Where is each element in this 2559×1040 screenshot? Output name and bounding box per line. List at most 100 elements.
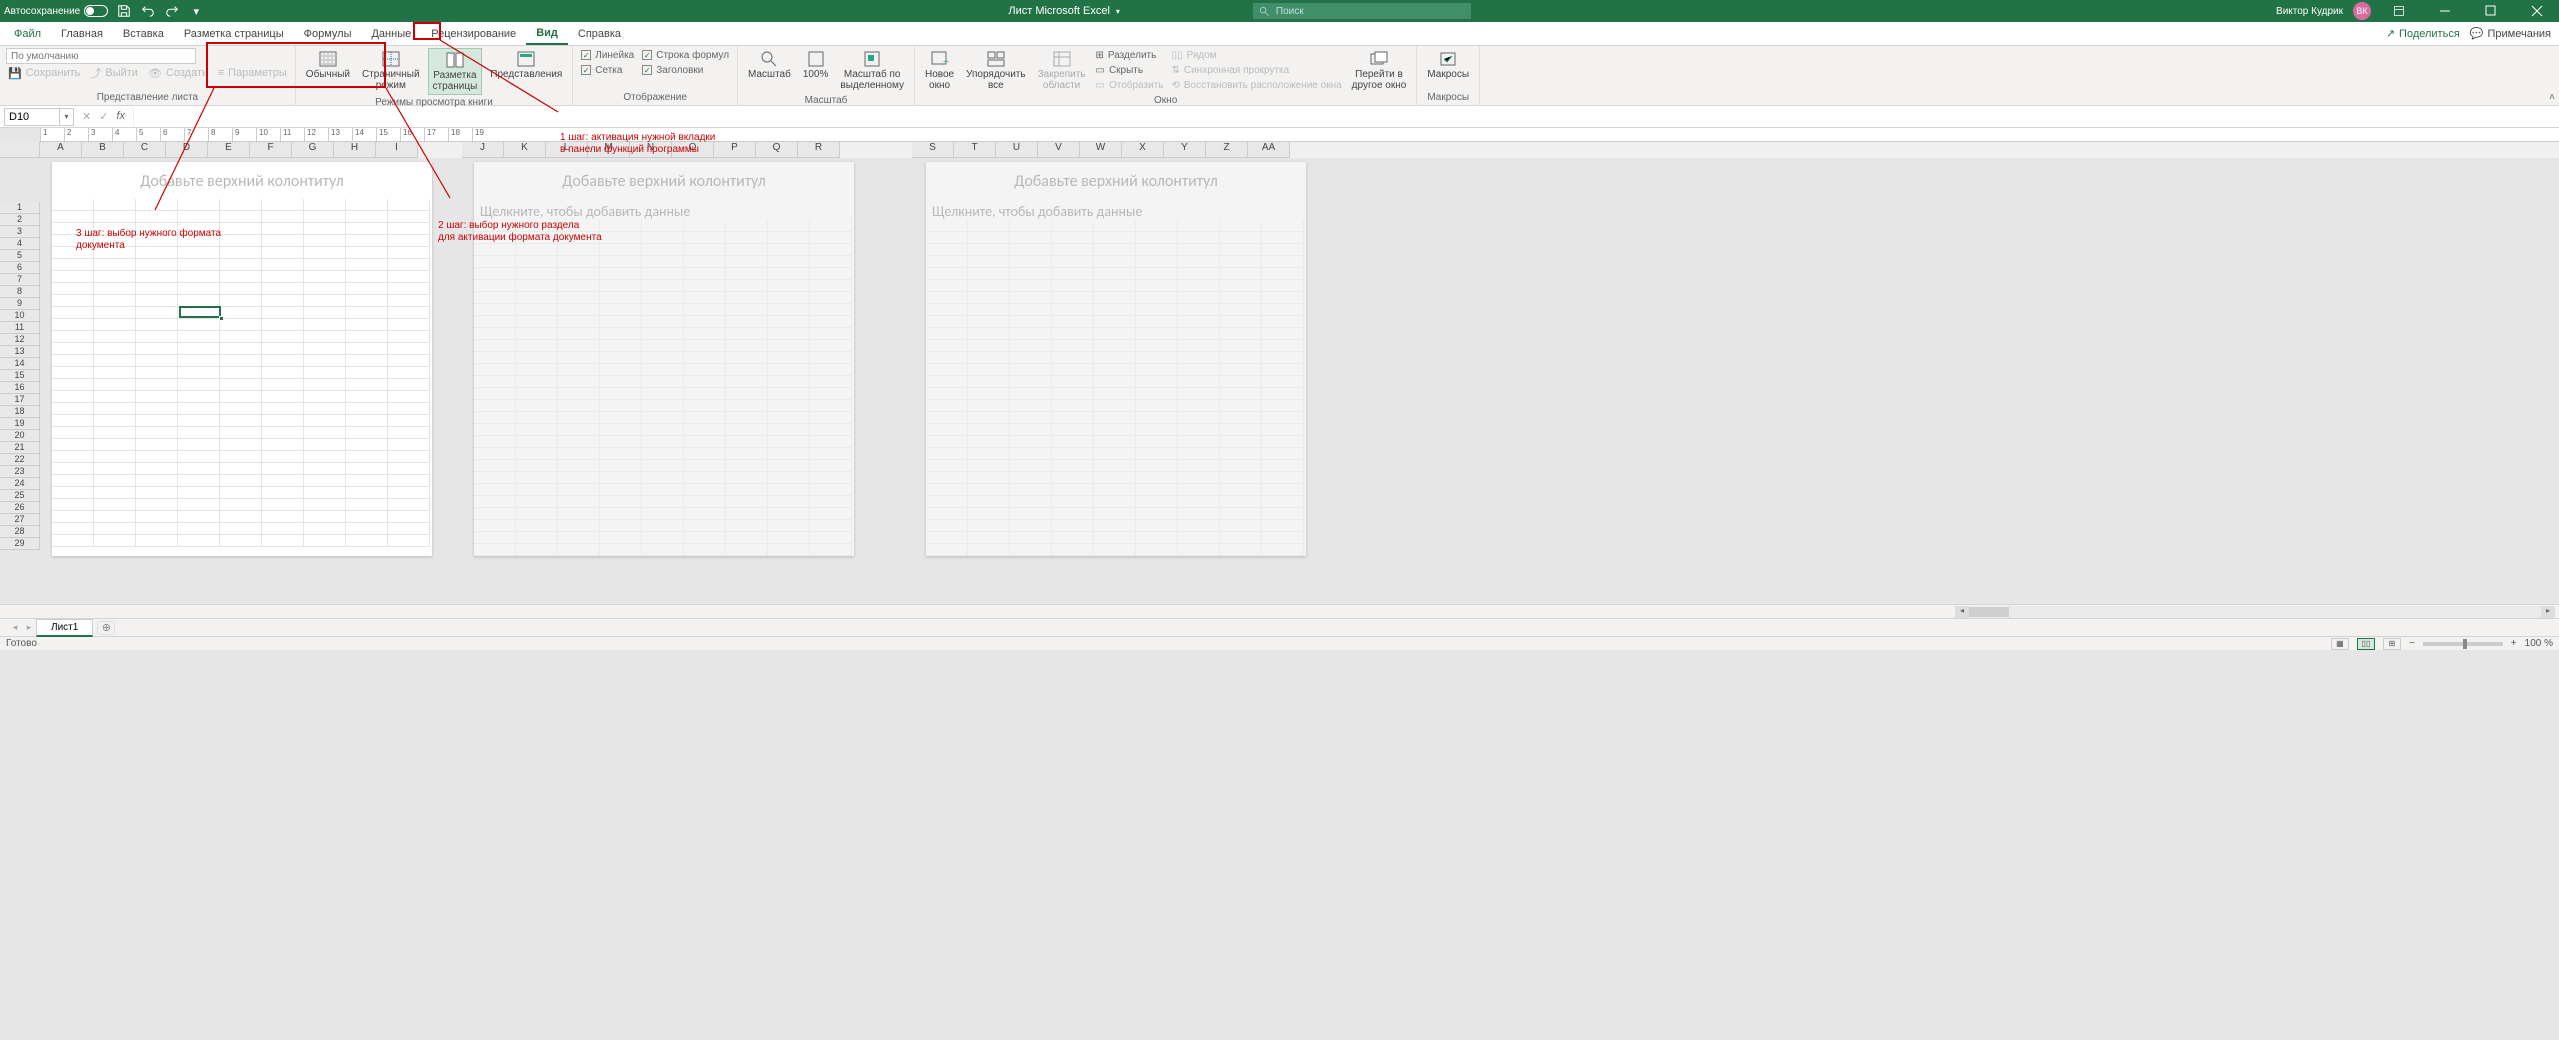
cell[interactable] [600,436,642,448]
cell[interactable] [388,415,430,427]
cell[interactable] [768,520,810,532]
cell[interactable] [94,235,136,247]
cell[interactable] [262,271,304,283]
cell[interactable] [1262,448,1304,460]
name-box[interactable]: D10 [4,108,60,126]
cell[interactable] [684,472,726,484]
cell[interactable] [1178,292,1220,304]
cell[interactable] [600,292,642,304]
cell[interactable] [1136,424,1178,436]
cell[interactable] [52,367,94,379]
cell[interactable] [642,388,684,400]
cell[interactable] [968,448,1010,460]
cell[interactable] [136,331,178,343]
column-header[interactable]: X [1122,142,1164,158]
cell[interactable] [926,256,968,268]
cell[interactable] [600,316,642,328]
cell[interactable] [558,304,600,316]
cell[interactable] [220,391,262,403]
cell[interactable] [1052,532,1094,544]
cell[interactable] [516,436,558,448]
cell[interactable] [684,364,726,376]
cell[interactable] [926,424,968,436]
cell[interactable] [600,328,642,340]
cell[interactable] [516,316,558,328]
cell[interactable] [600,424,642,436]
macros-button[interactable]: Макросы [1423,48,1473,83]
cell[interactable] [600,268,642,280]
cell[interactable] [642,340,684,352]
cell[interactable] [558,472,600,484]
cell[interactable] [304,343,346,355]
cell[interactable] [558,244,600,256]
row-header[interactable]: 21 [0,442,40,454]
cell[interactable] [1136,484,1178,496]
cell[interactable] [726,388,768,400]
close-icon[interactable] [2519,0,2555,22]
cell[interactable] [1220,244,1262,256]
cell[interactable] [1010,244,1052,256]
cell[interactable] [516,412,558,424]
cell[interactable] [810,448,852,460]
cell[interactable] [474,316,516,328]
cell[interactable] [220,259,262,271]
cell[interactable] [926,220,968,232]
cell[interactable] [262,295,304,307]
cell[interactable] [810,292,852,304]
cell[interactable] [1262,220,1304,232]
cell[interactable] [810,268,852,280]
cell[interactable] [968,424,1010,436]
cell[interactable] [558,508,600,520]
cell[interactable] [346,439,388,451]
cell[interactable] [1052,460,1094,472]
cell[interactable] [1220,520,1262,532]
cell[interactable] [136,415,178,427]
cell[interactable] [474,340,516,352]
cell[interactable] [220,247,262,259]
cell[interactable] [1136,280,1178,292]
cell[interactable] [726,316,768,328]
cell[interactable] [926,352,968,364]
cell[interactable] [1010,544,1052,556]
cell[interactable] [1052,520,1094,532]
cell[interactable] [968,388,1010,400]
cell[interactable] [1220,376,1262,388]
cell[interactable] [926,484,968,496]
cell[interactable] [262,511,304,523]
row-header[interactable]: 12 [0,334,40,346]
column-header[interactable]: Y [1164,142,1206,158]
cell[interactable] [768,484,810,496]
cell[interactable] [558,268,600,280]
cell[interactable] [304,223,346,235]
cell[interactable] [262,427,304,439]
scroll-left-icon[interactable]: ◂ [1955,606,1969,618]
cell[interactable] [304,463,346,475]
normal-view-button[interactable]: Обычный [302,48,354,83]
cell[interactable] [684,424,726,436]
cell[interactable] [178,319,220,331]
cell[interactable] [1262,280,1304,292]
tab-view[interactable]: Вид [526,23,568,45]
cell[interactable] [52,343,94,355]
row-header[interactable]: 11 [0,322,40,334]
cell[interactable] [1136,220,1178,232]
cell[interactable] [1052,496,1094,508]
cell[interactable] [1178,364,1220,376]
cell[interactable] [474,412,516,424]
cell[interactable] [768,316,810,328]
column-header[interactable]: F [250,142,292,158]
cell[interactable] [304,403,346,415]
cell[interactable] [1136,304,1178,316]
cell[interactable] [52,259,94,271]
tab-insert[interactable]: Вставка [113,24,174,44]
cell[interactable] [52,439,94,451]
cell[interactable] [388,367,430,379]
cell[interactable] [474,424,516,436]
cell[interactable] [810,220,852,232]
cell[interactable] [52,523,94,535]
cell[interactable] [642,232,684,244]
cell[interactable] [94,475,136,487]
cell[interactable] [220,355,262,367]
cell[interactable] [304,391,346,403]
split-button[interactable]: ⊞Разделить [1094,48,1166,62]
